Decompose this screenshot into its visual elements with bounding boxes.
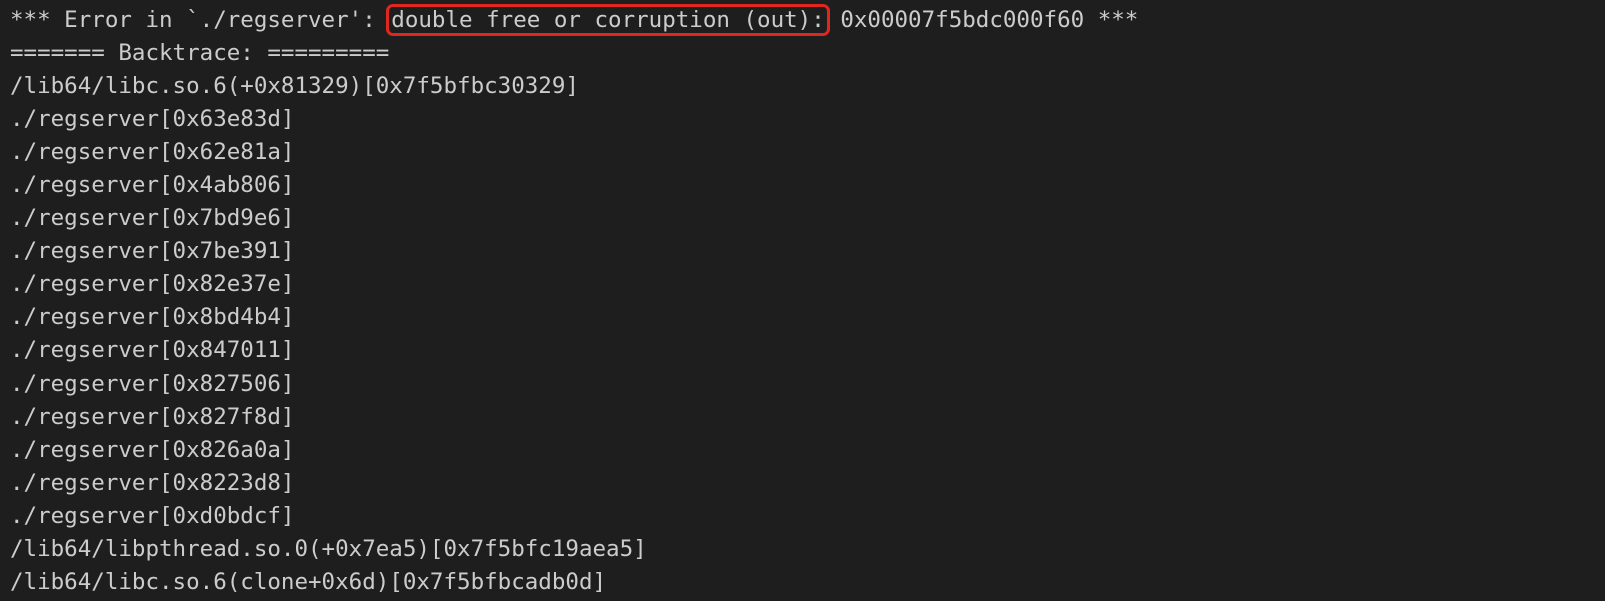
error-message-highlight: double free or corruption (out): [386, 4, 830, 36]
error-line: *** Error in `./regserver': double free … [10, 4, 1605, 37]
backtrace-frame: ./regserver[0x7be391] [10, 238, 295, 265]
backtrace-frame: ./regserver[0xd0bdcf] [10, 502, 295, 529]
backtrace-frame: ./regserver[0x826a0a] [10, 436, 295, 463]
backtrace-frame: /lib64/libc.so.6(+0x81329)[0x7f5bfbc3032… [10, 73, 579, 100]
backtrace-frame: ./regserver[0x8bd4b4] [10, 304, 295, 331]
backtrace-frame: ./regserver[0x827506] [10, 370, 295, 397]
error-suffix: 0x00007f5bdc000f60 *** [826, 7, 1139, 33]
error-prefix: *** Error in `./regserver': [10, 7, 390, 33]
backtrace-frame: ./regserver[0x847011] [10, 337, 295, 364]
backtrace-frame: ./regserver[0x4ab806] [10, 172, 295, 199]
backtrace-frame: /lib64/libpthread.so.0(+0x7ea5)[0x7f5bfc… [10, 535, 647, 562]
backtrace-frame: ./regserver[0x82e37e] [10, 271, 295, 298]
backtrace-frame: ./regserver[0x827f8d] [10, 403, 295, 430]
backtrace-frame: /lib64/libc.so.6(clone+0x6d)[0x7f5bfbcad… [10, 568, 607, 595]
backtrace-header: ======= Backtrace: ========= [10, 40, 390, 67]
terminal-output: *** Error in `./regserver': double free … [0, 0, 1605, 601]
backtrace-frame: ./regserver[0x8223d8] [10, 469, 295, 496]
backtrace-frame: ./regserver[0x7bd9e6] [10, 205, 295, 232]
backtrace-frame: ./regserver[0x62e81a] [10, 139, 295, 166]
backtrace-frame: ./regserver[0x63e83d] [10, 106, 295, 133]
